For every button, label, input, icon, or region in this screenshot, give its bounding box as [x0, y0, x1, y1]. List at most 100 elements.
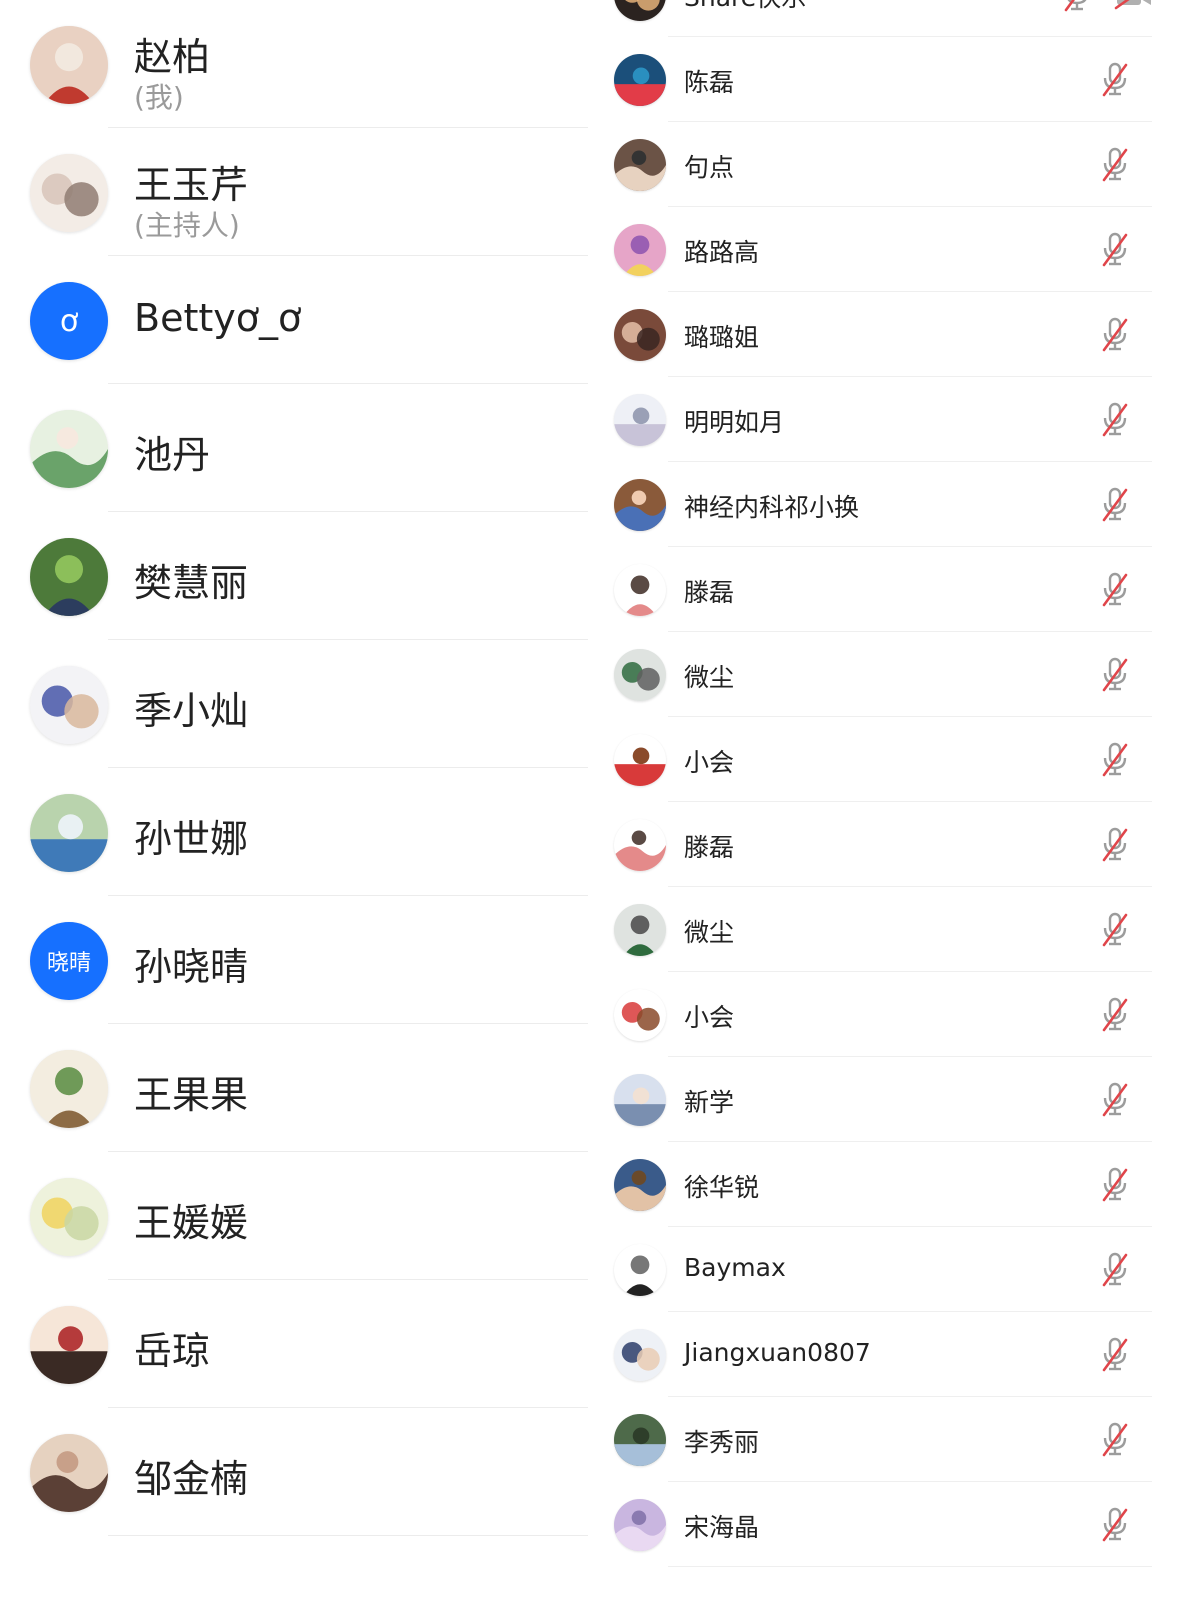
participant-row[interactable]: 句点: [596, 122, 1200, 207]
participant-row[interactable]: 邹金楠: [0, 1408, 596, 1536]
mic-muted-icon[interactable]: [1100, 571, 1130, 607]
avatar: [614, 904, 666, 956]
camera-off-icon[interactable]: [1114, 0, 1154, 10]
participant-row[interactable]: 神经内科祁小换: [596, 462, 1200, 547]
mic-muted-icon[interactable]: [1100, 1506, 1130, 1542]
avatar: [614, 309, 666, 361]
mic-muted-icon[interactable]: [1100, 1421, 1130, 1457]
participant-name: 新学: [684, 1088, 735, 1117]
participant-name: 滕磊: [684, 833, 735, 862]
participant-name: Share快乐: [684, 0, 806, 14]
participant-name: 神经内科祁小换: [684, 493, 860, 522]
participant-row[interactable]: ơ Bettyơ_ơ: [0, 256, 596, 384]
participant-name: 邹金楠: [134, 1457, 249, 1501]
avatar: [30, 26, 108, 104]
participant-row[interactable]: 李秀丽: [596, 1397, 1200, 1482]
participant-name: 微尘: [684, 663, 735, 692]
participant-role: (主持人): [134, 209, 240, 242]
participant-row[interactable]: 璐璐姐: [596, 292, 1200, 377]
mic-muted-icon[interactable]: [1062, 0, 1092, 12]
mic-muted-icon[interactable]: [1100, 656, 1130, 692]
mic-muted-icon[interactable]: [1100, 146, 1130, 182]
avatar: [614, 479, 666, 531]
participant-name: 明明如月: [684, 408, 785, 437]
participant-row[interactable]: 路路高: [596, 207, 1200, 292]
participant-name: 王媛媛: [134, 1201, 249, 1245]
participant-row[interactable]: 赵柏 (我): [0, 0, 596, 128]
mic-muted-icon[interactable]: [1100, 1166, 1130, 1202]
participant-row[interactable]: 池丹: [0, 384, 596, 512]
participant-list-left: 赵柏 (我) 王玉芹 (主持人) ơ Bettyơ_ơ 池丹 樊慧丽 季小灿 孙世娜晓晴…: [0, 0, 596, 1598]
participant-row[interactable]: 微尘: [596, 887, 1200, 972]
participant-name: 孙世娜: [134, 817, 249, 861]
participant-row[interactable]: 明明如月: [596, 377, 1200, 462]
participant-row[interactable]: 王媛媛: [0, 1152, 596, 1280]
avatar: ơ: [30, 282, 108, 360]
avatar: [614, 1244, 666, 1296]
participant-name: 樊慧丽: [134, 561, 249, 605]
participant-row[interactable]: 滕磊: [596, 547, 1200, 632]
avatar: [30, 1306, 108, 1384]
mic-muted-icon[interactable]: [1100, 1081, 1130, 1117]
row-divider: [668, 1566, 1152, 1567]
mic-muted-icon[interactable]: [1100, 911, 1130, 947]
participant-name: 滕磊: [684, 578, 735, 607]
participant-row[interactable]: 小会: [596, 972, 1200, 1057]
mic-muted-icon[interactable]: [1100, 1336, 1130, 1372]
participant-row[interactable]: 徐华锐: [596, 1142, 1200, 1227]
avatar: [30, 538, 108, 616]
participant-row[interactable]: 宋海晶: [596, 1482, 1200, 1567]
mic-muted-icon[interactable]: [1100, 996, 1130, 1032]
participant-name: 季小灿: [134, 689, 249, 733]
participant-name: 小会: [684, 748, 735, 777]
participant-row[interactable]: Share快乐: [596, 0, 1200, 37]
avatar: [614, 734, 666, 786]
participant-name: 赵柏: [134, 35, 211, 79]
participant-row[interactable]: 陈磊: [596, 37, 1200, 122]
mic-muted-icon[interactable]: [1100, 231, 1130, 267]
participant-row[interactable]: Jiangxuan0807: [596, 1312, 1200, 1397]
participant-row[interactable]: 孙世娜: [0, 768, 596, 896]
avatar: [614, 394, 666, 446]
mic-muted-icon[interactable]: [1100, 486, 1130, 522]
avatar-initials: 晓晴: [30, 922, 108, 1000]
avatar: [614, 649, 666, 701]
avatar: [30, 410, 108, 488]
participant-name: Jiangxuan0807: [684, 1338, 871, 1367]
avatar: [614, 0, 666, 21]
participant-name: 句点: [684, 153, 735, 182]
mic-muted-icon[interactable]: [1100, 401, 1130, 437]
participant-name: Bettyơ_ơ: [134, 296, 302, 340]
participant-name: Baymax: [684, 1253, 786, 1282]
participant-name: 璐璐姐: [684, 323, 760, 352]
participant-name: 池丹: [134, 433, 211, 477]
participant-name: 岳琼: [134, 1329, 211, 1373]
avatar: [614, 989, 666, 1041]
participant-row[interactable]: 王玉芹 (主持人): [0, 128, 596, 256]
participant-name: 李秀丽: [684, 1428, 760, 1457]
participant-name: 宋海晶: [684, 1513, 760, 1542]
participant-row[interactable]: 樊慧丽: [0, 512, 596, 640]
avatar: [614, 1414, 666, 1466]
mic-muted-icon[interactable]: [1100, 741, 1130, 777]
avatar: [30, 1178, 108, 1256]
participant-row[interactable]: 王果果: [0, 1024, 596, 1152]
mic-muted-icon[interactable]: [1100, 1251, 1130, 1287]
participant-name: 王果果: [134, 1073, 249, 1117]
mic-muted-icon[interactable]: [1100, 61, 1130, 97]
participant-row[interactable]: 岳琼: [0, 1280, 596, 1408]
participant-row[interactable]: 新学: [596, 1057, 1200, 1142]
participant-row[interactable]: Baymax: [596, 1227, 1200, 1312]
participant-name: 陈磊: [684, 68, 735, 97]
avatar: [614, 819, 666, 871]
avatar: [30, 1050, 108, 1128]
mic-muted-icon[interactable]: [1100, 316, 1130, 352]
participant-role: (我): [134, 81, 184, 114]
participant-row[interactable]: 晓晴 孙晓晴: [0, 896, 596, 1024]
participant-row[interactable]: 滕磊: [596, 802, 1200, 887]
mic-muted-icon[interactable]: [1100, 826, 1130, 862]
participant-name: 徐华锐: [684, 1173, 760, 1202]
participant-row[interactable]: 微尘: [596, 632, 1200, 717]
participant-row[interactable]: 小会: [596, 717, 1200, 802]
participant-row[interactable]: 季小灿: [0, 640, 596, 768]
